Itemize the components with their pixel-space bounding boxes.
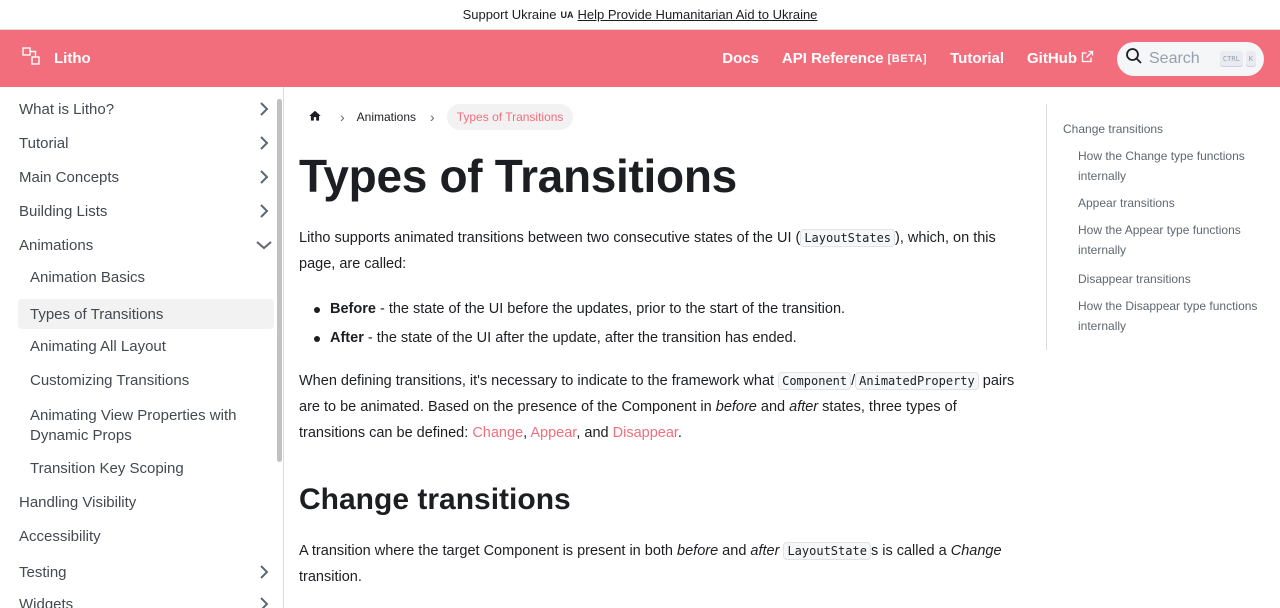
toc-appear-internally[interactable]: How the Appear type functions internally [1078, 220, 1258, 260]
brand-name: Litho [54, 50, 91, 67]
sidebar-item-animating-all-layout[interactable]: Animating All Layout [30, 338, 274, 355]
sidebar-item-what-is-litho[interactable]: What is Litho? [19, 99, 274, 119]
search-icon [1125, 47, 1143, 70]
link-change[interactable]: Change [472, 425, 523, 441]
sidebar-item-types-of-transitions[interactable]: Types of Transitions [18, 299, 274, 329]
docs-sidebar: What is Litho? Tutorial Main Concepts Bu… [0, 87, 284, 608]
chevron-right-icon [260, 170, 269, 184]
sidebar-item-label: Main Concepts [19, 168, 120, 186]
chevron-right-icon: › [340, 109, 345, 125]
chevron-down-icon [256, 241, 272, 250]
chevron-right-icon [260, 204, 269, 218]
link-appear[interactable]: Appear [530, 425, 576, 441]
sidebar-item-handling-visibility[interactable]: Handling Visibility [19, 494, 274, 511]
sidebar-item-label: Animating All Layout [30, 338, 166, 355]
sidebar-item-animating-view-properties[interactable]: Animating View Properties with Dynamic P… [30, 406, 274, 446]
search-placeholder: Search [1149, 49, 1200, 67]
nav-api-reference[interactable]: API Reference [BETA] [782, 50, 927, 67]
sidebar-item-label: Animation Basics [30, 269, 146, 286]
nav-github-label: GitHub [1027, 50, 1077, 67]
support-banner: Support Ukraine UA Help Provide Humanita… [0, 0, 1280, 30]
sidebar-item-label: Handling Visibility [19, 494, 137, 511]
nav-links: Docs API Reference [BETA] Tutorial GitHu… [722, 41, 1264, 76]
chevron-right-icon: › [430, 109, 435, 125]
home-icon[interactable] [308, 109, 322, 126]
toc-appear-transitions[interactable]: Appear transitions [1078, 193, 1258, 213]
sidebar-item-building-lists[interactable]: Building Lists [19, 201, 274, 221]
sidebar-item-label: Testing [19, 563, 67, 581]
brand[interactable]: Litho [22, 47, 91, 70]
sidebar-item-label: Animations [19, 236, 94, 254]
link-disappear[interactable]: Disappear [613, 425, 678, 441]
sidebar-item-label: Transition Key Scoping [30, 460, 184, 477]
nav-api-label: API Reference [781, 50, 884, 67]
sidebar-item-animations[interactable]: Animations [19, 235, 274, 255]
sidebar-item-label: Accessibility [19, 528, 101, 545]
beta-badge: [BETA] [887, 52, 928, 65]
toc-disappear-internally[interactable]: How the Disappear type functions interna… [1078, 296, 1258, 336]
chevron-right-icon [260, 597, 269, 608]
chevron-right-icon [260, 565, 269, 579]
nav-github[interactable]: GitHub [1027, 50, 1094, 67]
main-content: › Animations › Types of Transitions Type… [284, 87, 1046, 608]
sidebar-item-tutorial[interactable]: Tutorial [19, 133, 274, 153]
sidebar-item-widgets[interactable]: Widgets [19, 594, 274, 608]
code-layoutstate: LayoutState [783, 542, 871, 560]
states-list: Before - the state of the UI before the … [314, 295, 1014, 353]
sidebar-item-label: Building Lists [19, 202, 108, 220]
breadcrumb-animations[interactable]: Animations [357, 110, 416, 124]
external-link-icon [1081, 50, 1094, 67]
banner-link[interactable]: Help Provide Humanitarian Aid to Ukraine [578, 7, 818, 22]
sidebar-item-label: Widgets [19, 595, 74, 608]
toc-change-internally[interactable]: How the Change type functions internally [1078, 146, 1258, 186]
section-heading-change: Change transitions [299, 483, 571, 516]
search-button[interactable]: Search CTRL K [1117, 41, 1264, 76]
sidebar-item-label: What is Litho? [19, 100, 115, 118]
sidebar-item-testing[interactable]: Testing [19, 562, 274, 582]
banner-text: Support Ukraine [462, 7, 557, 22]
sidebar-scrollbar[interactable] [277, 99, 282, 462]
sidebar-item-main-concepts[interactable]: Main Concepts [19, 167, 274, 187]
list-item: After - the state of the UI after the up… [314, 324, 1014, 353]
chevron-right-icon [260, 136, 269, 150]
intro-paragraph: Litho supports animated transitions betw… [299, 229, 996, 272]
kbd-ctrl: CTRL [1219, 50, 1243, 67]
kbd-k: K [1245, 50, 1256, 67]
code-component: Component [778, 372, 852, 390]
sidebar-item-label: Customizing Transitions [30, 372, 190, 389]
page-title: Types of Transitions [299, 150, 737, 202]
code-layoutstates: LayoutStates [800, 229, 896, 247]
toc-change-transitions[interactable]: Change transitions [1063, 119, 1163, 139]
sidebar-item-label: Tutorial [19, 134, 69, 152]
defining-paragraph: When defining transitions, it's necessar… [299, 372, 1015, 441]
litho-logo-icon [22, 47, 40, 70]
list-item: Before - the state of the UI before the … [314, 295, 1014, 324]
sidebar-item-transition-key-scoping[interactable]: Transition Key Scoping [30, 460, 274, 477]
top-navbar: Litho Docs API Reference [BETA] Tutorial… [0, 30, 1280, 87]
breadcrumb: › Animations › Types of Transitions [308, 104, 574, 130]
sidebar-item-label: Types of Transitions [30, 305, 164, 323]
change-paragraph: A transition where the target Component … [299, 542, 1002, 585]
sidebar-item-customizing-transitions[interactable]: Customizing Transitions [30, 372, 274, 389]
breadcrumb-current: Types of Transitions [446, 104, 574, 130]
toc-disappear-transitions[interactable]: Disappear transitions [1078, 269, 1258, 289]
chevron-right-icon [260, 102, 269, 116]
sidebar-item-label: Animating View Properties with Dynamic P… [30, 407, 237, 444]
nav-tutorial[interactable]: Tutorial [950, 50, 1004, 67]
sidebar-item-animation-basics[interactable]: Animation Basics [30, 269, 274, 286]
ua-flag: UA [560, 9, 574, 20]
table-of-contents: Change transitions How the Change type f… [1046, 104, 1280, 350]
sidebar-item-accessibility[interactable]: Accessibility [19, 528, 274, 545]
nav-docs[interactable]: Docs [722, 50, 759, 67]
code-animatedproperty: AnimatedProperty [855, 372, 979, 390]
